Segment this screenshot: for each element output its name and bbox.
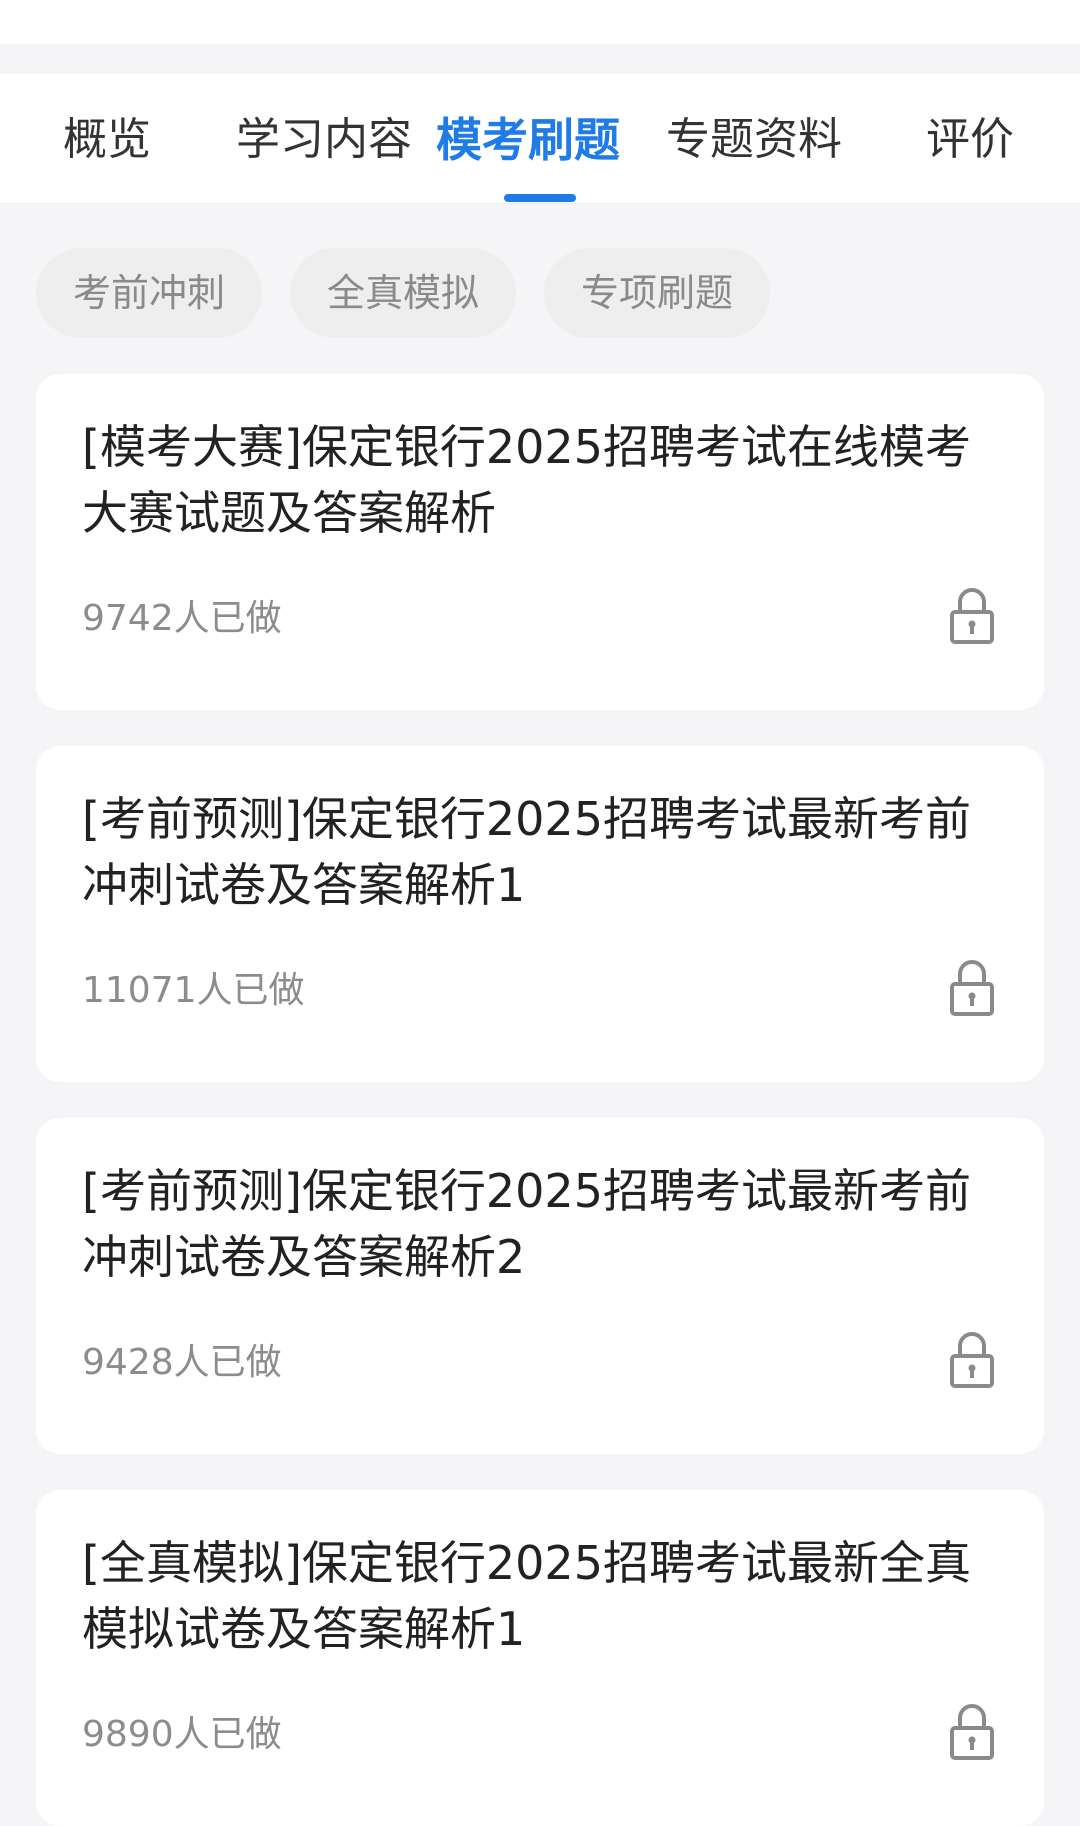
paper-title: [全真模拟]保定银行2025招聘考试最新全真模拟试卷及答案解析1 — [82, 1536, 971, 1656]
filter-chip-sprint[interactable]: 考前冲刺 — [36, 248, 262, 338]
paper-attempt-count: 9428人已做 — [82, 1342, 282, 1383]
paper-card[interactable]: [考前预测]保定银行2025招聘考试最新考前冲刺试卷及答案解析1 11071人已… — [36, 746, 1044, 1082]
top-bar — [0, 0, 1080, 44]
filter-chip-full-mock[interactable]: 全真模拟 — [290, 248, 516, 338]
lock-icon — [948, 1330, 996, 1390]
active-tab-indicator — [504, 194, 576, 202]
tab-topic-materials[interactable]: 专题资料 — [666, 110, 842, 170]
tab-reviews[interactable]: 评价 — [926, 110, 1014, 170]
filter-chip-special-practice[interactable]: 专项刷题 — [544, 248, 770, 338]
tab-overview[interactable]: 概览 — [63, 110, 151, 170]
tab-mock-exams[interactable]: 模考刷题 — [436, 110, 620, 170]
paper-card[interactable]: [考前预测]保定银行2025招聘考试最新考前冲刺试卷及答案解析2 9428人已做 — [36, 1118, 1044, 1454]
paper-title: [模考大赛]保定银行2025招聘考试在线模考大赛试题及答案解析 — [82, 420, 971, 540]
paper-attempt-count: 9890人已做 — [82, 1714, 282, 1755]
paper-attempt-count: 11071人已做 — [82, 970, 305, 1011]
lock-icon — [948, 1702, 996, 1762]
lock-icon — [948, 958, 996, 1018]
paper-attempt-count: 9742人已做 — [82, 598, 282, 639]
paper-title: [考前预测]保定银行2025招聘考试最新考前冲刺试卷及答案解析1 — [82, 792, 971, 912]
paper-card[interactable]: [模考大赛]保定银行2025招聘考试在线模考大赛试题及答案解析 9742人已做 — [36, 374, 1044, 710]
paper-card[interactable]: [全真模拟]保定银行2025招聘考试最新全真模拟试卷及答案解析1 9890人已做 — [36, 1490, 1044, 1826]
lock-icon — [948, 586, 996, 646]
tab-learning-content[interactable]: 学习内容 — [236, 110, 412, 170]
tab-bar: 概览 学习内容 模考刷题 专题资料 评价 — [0, 74, 1080, 204]
filter-chips: 考前冲刺 全真模拟 专项刷题 — [0, 248, 1080, 338]
paper-title: [考前预测]保定银行2025招聘考试最新考前冲刺试卷及答案解析2 — [82, 1164, 971, 1284]
